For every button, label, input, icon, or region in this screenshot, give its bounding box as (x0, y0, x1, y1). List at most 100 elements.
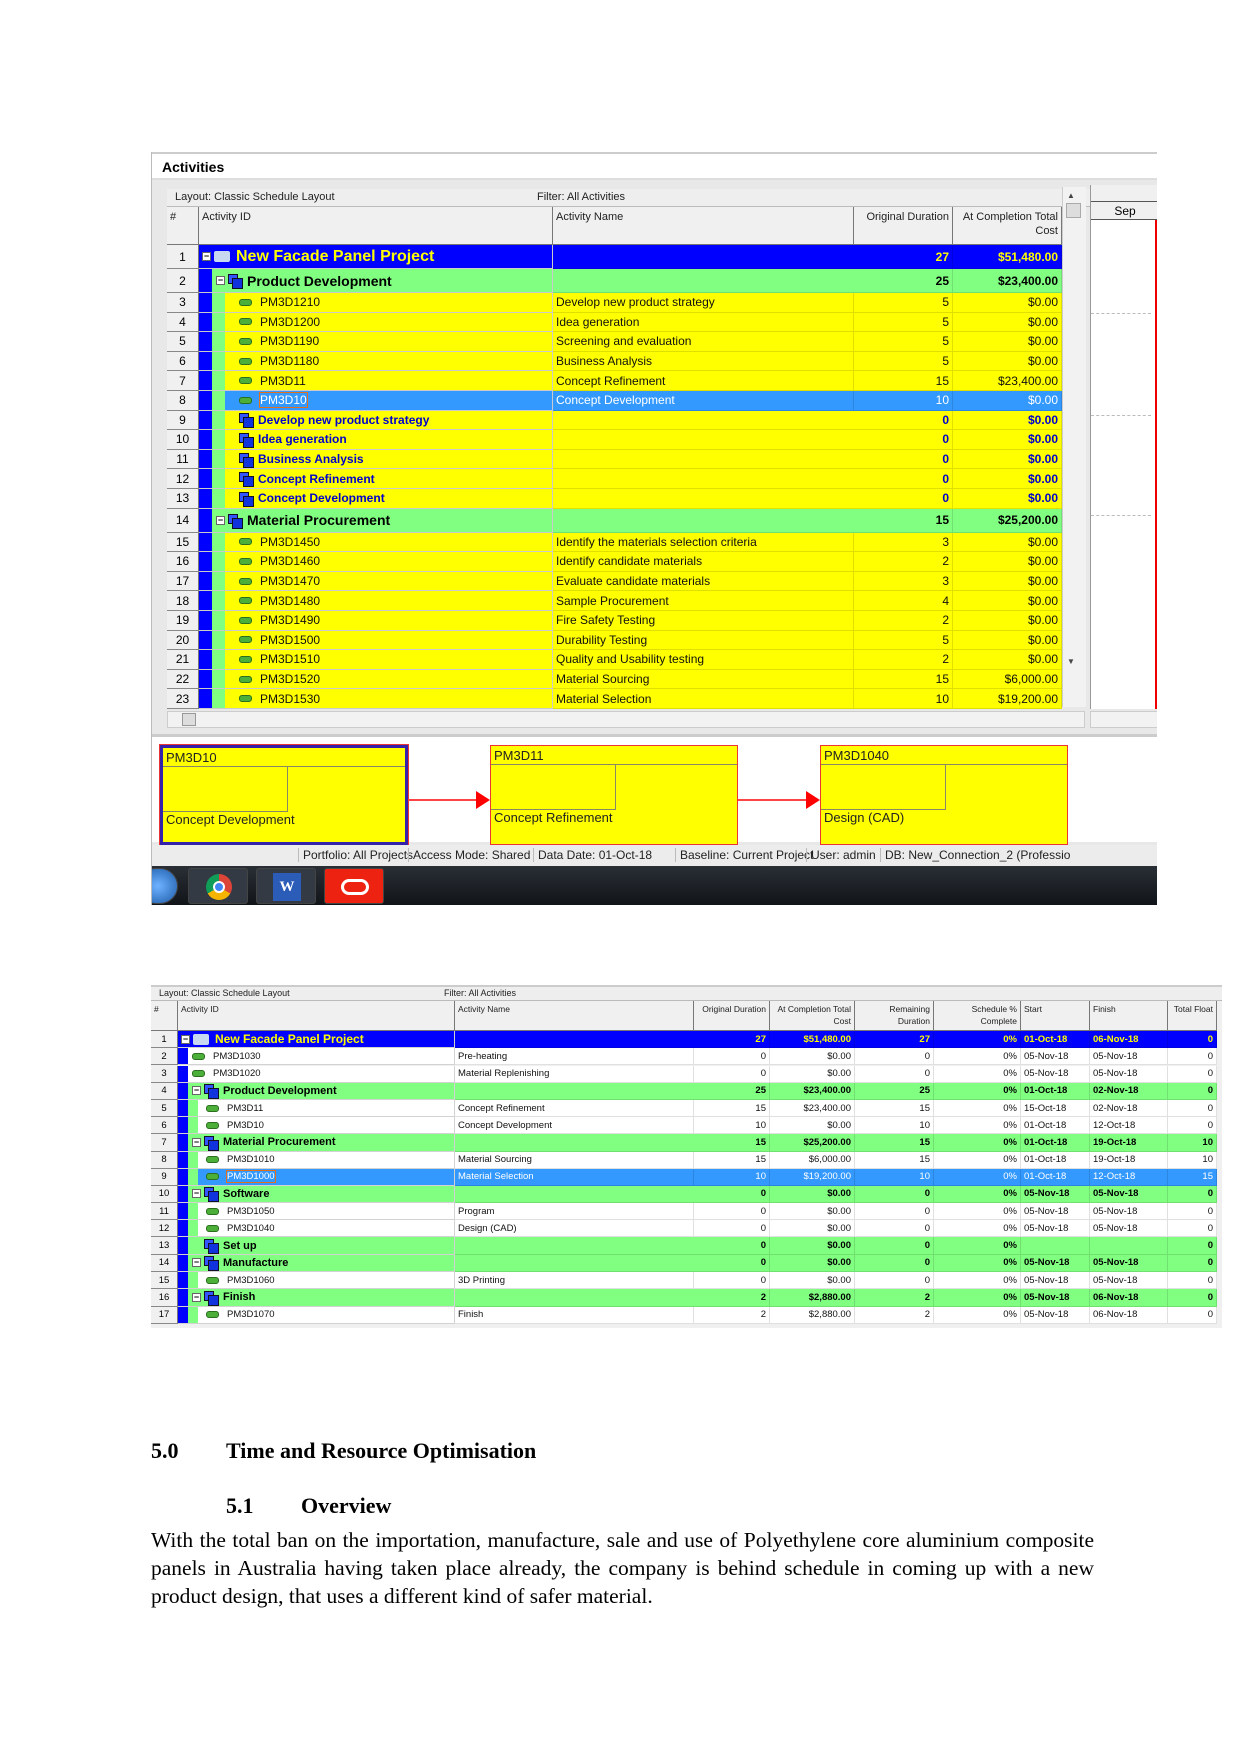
table-row[interactable]: 20 PM3D1500 Durability Testing 5 $0.00 (167, 630, 1062, 651)
table-row[interactable]: 15 PM3D1450 Identify the materials selecti… (167, 532, 1062, 553)
table-row[interactable]: 11 PM3D1050 Program 0 $0.00 0 0% 05-Nov-18 05-No… (151, 1203, 1217, 1221)
table-row[interactable]: 10 Idea generation 0 $0.00 (167, 430, 1062, 450)
id-cell-bg: − New Facade Panel Project (178, 1031, 454, 1048)
table-row[interactable]: 1− New Facade Panel Project 27 $51,480.00 27… (151, 1031, 1217, 1049)
table-row[interactable]: 13 Set up 0 $0.00 0 0% 0 (151, 1237, 1217, 1255)
collapse-icon[interactable]: − (192, 1086, 201, 1096)
column-header[interactable]: Original Duration (854, 207, 953, 245)
table-row[interactable]: 16− Finish 2 $2,880.00 2 0% 05-Nov-18 06-Nov-18… (151, 1289, 1217, 1307)
table-row[interactable]: 19 PM3D1490 Fire Safety Testing 2 $0.00 (167, 611, 1062, 631)
cell-tf: 0 (1168, 1100, 1217, 1118)
layout-dropdown[interactable]: Layout: Classic Schedule Layout (175, 191, 335, 203)
cell-finish: 05-Nov-18 (1090, 1203, 1168, 1221)
table-row[interactable]: 23 PM3D1530 Material Selection 10 $19,200.00 (167, 689, 1062, 709)
word-icon[interactable]: W (256, 868, 316, 904)
table-row[interactable]: 17 PM3D1070 Finish 2 $2,880.00 2 0% 05-Nov-18 06… (151, 1306, 1217, 1324)
column-header[interactable]: Total Float (1168, 1001, 1217, 1031)
collapse-icon[interactable]: − (202, 252, 211, 261)
status-item: Access Mode: Shared (408, 848, 530, 862)
table-row[interactable]: 8 PM3D10 Concept Development 10 $0.00 (167, 391, 1062, 411)
table-row[interactable]: 5 PM3D1190 Screening and evaluation 5 $0.00 (167, 332, 1062, 352)
table-row[interactable]: 10− Software 0 $0.00 0 0% 05-Nov-18 05-Nov-18 0 (151, 1185, 1217, 1204)
table-row[interactable]: 17 PM3D1470 Evaluate candidate materials 3 $… (167, 571, 1062, 592)
column-header[interactable]: At Completion Total Cost (953, 207, 1062, 245)
table-row[interactable]: 1− New Facade Panel Project 27 $51,480.00 (167, 245, 1062, 269)
collapse-icon[interactable]: − (181, 1034, 190, 1044)
table-row[interactable]: 14 − Material Procurement 15 $25,200.00 (167, 508, 1062, 533)
table-row[interactable]: 7 PM3D11 Concept Refinement 15 $23,400.00 (167, 371, 1062, 391)
column-header[interactable]: Activity ID (178, 1001, 455, 1031)
network-activity-box[interactable]: PM3D1040 Design (CAD) (820, 745, 1068, 845)
table-row[interactable]: 2 PM3D1030 Pre-heating 0 $0.00 0 0% 05-Nov-18 05… (151, 1048, 1217, 1066)
cell-tf: 0 (1168, 1254, 1217, 1273)
table-row[interactable]: 3 PM3D1210 Develop new product strategy 5 $0… (167, 293, 1062, 313)
id-cell-bg: Business Analysis (225, 449, 552, 469)
cell-name (553, 430, 854, 450)
collapse-icon[interactable]: − (216, 276, 225, 285)
column-header[interactable]: Schedule % Complete (934, 1001, 1021, 1031)
vertical-scrollbar[interactable]: ▲ ▼ (1062, 187, 1086, 707)
filter-label-2[interactable]: Filter: All Activities (444, 988, 516, 998)
project-band (199, 449, 212, 469)
cell-cost: $0.00 (953, 489, 1062, 509)
network-activity-box[interactable]: PM3D11 Concept Refinement (490, 745, 738, 845)
collapse-icon[interactable]: − (192, 1189, 201, 1199)
column-header[interactable]: Activity Name (553, 207, 854, 245)
table-row[interactable]: 13 Concept Development 0 $0.00 (167, 489, 1062, 509)
table-row[interactable]: 4− Product Development 25 $23,400.00 25 0% 01-… (151, 1082, 1217, 1100)
activity-id: PM3D1520 (260, 672, 321, 687)
chrome-icon[interactable] (188, 868, 248, 904)
table-row[interactable]: 8 PM3D1010 Material Sourcing 15 $6,000.00 15 0… (151, 1151, 1217, 1169)
column-header[interactable]: # (167, 207, 199, 245)
activity-bar-icon (239, 396, 252, 404)
network-activity-name: Concept Refinement (494, 810, 613, 825)
id-cell-bg: PM3D1490 (225, 611, 552, 630)
table-row[interactable]: 21 PM3D1510 Quality and Usability testing 2… (167, 650, 1062, 670)
table-row[interactable]: 15 PM3D1060 3D Printing 0 $0.00 0 0% 05-Nov-18 0… (151, 1272, 1217, 1290)
network-activity-box[interactable]: PM3D10 Concept Development (159, 744, 409, 846)
filter-label[interactable]: Filter: All Activities (537, 191, 625, 203)
column-header[interactable]: Original Duration (694, 1001, 770, 1031)
table-row[interactable]: 9 PM3D1000 Material Selection 10 $19,200.00 1… (151, 1168, 1217, 1186)
table-row[interactable]: 6 PM3D10 Concept Development 10 $0.00 10 0% 01-… (151, 1117, 1217, 1135)
cell-rd: 25 (855, 1082, 934, 1100)
row-number: 22 (167, 669, 199, 690)
table-row[interactable]: 9 Develop new product strategy 0 $0.00 (167, 410, 1062, 431)
cell-finish: 19-Oct-18 (1090, 1151, 1168, 1169)
column-header[interactable]: Start (1021, 1001, 1090, 1031)
table-row[interactable]: 7− Material Procurement 15 $25,200.00 15 0% 01… (151, 1134, 1217, 1152)
table-row[interactable]: 12 Concept Refinement 0 $0.00 (167, 469, 1062, 489)
gantt-scrollbar[interactable] (1090, 711, 1157, 728)
collapse-icon[interactable]: − (192, 1292, 201, 1302)
layout-dropdown-2[interactable]: Layout: Classic Schedule Layout (159, 988, 290, 998)
id-cell-bg: − Product Development (212, 269, 552, 292)
column-header[interactable]: # (151, 1001, 178, 1031)
oracle-icon[interactable] (324, 868, 384, 904)
table-row[interactable]: 4 PM3D1200 Idea generation 5 $0.00 (167, 312, 1062, 333)
table-row[interactable]: 22 PM3D1520 Material Sourcing 15 $6,000.00 (167, 669, 1062, 690)
table-row[interactable]: 12 PM3D1040 Design (CAD) 0 $0.00 0 0% 05-Nov-18… (151, 1220, 1217, 1238)
column-header[interactable]: Activity ID (199, 207, 553, 245)
table-row[interactable]: 14− Manufacture 0 $0.00 0 0% 05-Nov-18 05-Nov-1… (151, 1254, 1217, 1273)
column-header[interactable]: Activity Name (455, 1001, 694, 1031)
table-row[interactable]: 5 PM3D11 Concept Refinement 15 $23,400.00 15 0… (151, 1100, 1217, 1118)
project-band (199, 650, 212, 669)
table-row[interactable]: 2 − Product Development 25 $23,400.00 (167, 269, 1062, 293)
table-row[interactable]: 3 PM3D1020 Material Replenishing 0 $0.00 0 0% 0… (151, 1065, 1217, 1083)
horizontal-scrollbar[interactable] (167, 711, 1085, 728)
column-header[interactable]: Finish (1090, 1001, 1168, 1031)
collapse-icon[interactable]: − (192, 1137, 201, 1147)
collapse-icon[interactable]: − (216, 515, 225, 525)
table-row[interactable]: 16 PM3D1460 Identify candidate materials 2 $… (167, 552, 1062, 572)
table-row[interactable]: 6 PM3D1180 Business Analysis 5 $0.00 (167, 351, 1062, 372)
gantt-chart[interactable]: Sep (1090, 185, 1157, 709)
start-icon[interactable] (152, 868, 178, 904)
activity-bar-icon (239, 377, 252, 385)
cell-name: Program (455, 1203, 694, 1221)
column-header[interactable]: At Completion Total Cost (770, 1001, 855, 1031)
column-header[interactable]: Remaining Duration (855, 1001, 934, 1031)
table-row[interactable]: 11 Business Analysis 0 $0.00 (167, 449, 1062, 470)
table-row[interactable]: 18 PM3D1480 Sample Procurement 4 $0.00 (167, 591, 1062, 611)
wbs-band (188, 1306, 198, 1323)
collapse-icon[interactable]: − (192, 1258, 201, 1268)
